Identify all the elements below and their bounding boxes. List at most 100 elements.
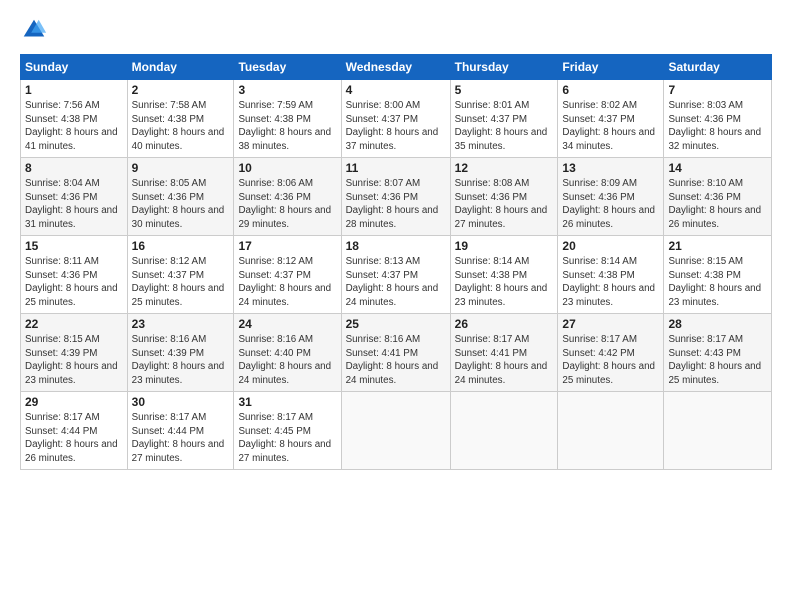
header-row: SundayMondayTuesdayWednesdayThursdayFrid… bbox=[21, 55, 772, 80]
day-number: 11 bbox=[346, 161, 446, 175]
day-cell bbox=[558, 392, 664, 470]
day-cell: 2 Sunrise: 7:58 AMSunset: 4:38 PMDayligh… bbox=[127, 80, 234, 158]
day-cell: 29 Sunrise: 8:17 AMSunset: 4:44 PMDaylig… bbox=[21, 392, 128, 470]
day-detail: Sunrise: 8:16 AMSunset: 4:41 PMDaylight:… bbox=[346, 334, 439, 386]
day-number: 4 bbox=[346, 83, 446, 97]
week-row-3: 15 Sunrise: 8:11 AMSunset: 4:36 PMDaylig… bbox=[21, 236, 772, 314]
day-detail: Sunrise: 8:17 AMSunset: 4:43 PMDaylight:… bbox=[668, 334, 761, 386]
day-detail: Sunrise: 8:08 AMSunset: 4:36 PMDaylight:… bbox=[455, 178, 548, 230]
day-number: 31 bbox=[238, 395, 336, 409]
day-cell: 19 Sunrise: 8:14 AMSunset: 4:38 PMDaylig… bbox=[450, 236, 558, 314]
day-detail: Sunrise: 8:03 AMSunset: 4:36 PMDaylight:… bbox=[668, 100, 761, 152]
logo bbox=[20, 16, 52, 44]
day-detail: Sunrise: 8:17 AMSunset: 4:44 PMDaylight:… bbox=[25, 412, 118, 464]
day-cell: 9 Sunrise: 8:05 AMSunset: 4:36 PMDayligh… bbox=[127, 158, 234, 236]
header bbox=[20, 16, 772, 44]
day-detail: Sunrise: 7:59 AMSunset: 4:38 PMDaylight:… bbox=[238, 100, 331, 152]
col-header-monday: Monday bbox=[127, 55, 234, 80]
day-cell: 15 Sunrise: 8:11 AMSunset: 4:36 PMDaylig… bbox=[21, 236, 128, 314]
day-number: 1 bbox=[25, 83, 123, 97]
day-cell: 13 Sunrise: 8:09 AMSunset: 4:36 PMDaylig… bbox=[558, 158, 664, 236]
day-cell bbox=[450, 392, 558, 470]
day-number: 25 bbox=[346, 317, 446, 331]
day-number: 6 bbox=[562, 83, 659, 97]
day-cell: 28 Sunrise: 8:17 AMSunset: 4:43 PMDaylig… bbox=[664, 314, 772, 392]
day-detail: Sunrise: 8:17 AMSunset: 4:41 PMDaylight:… bbox=[455, 334, 548, 386]
day-cell: 22 Sunrise: 8:15 AMSunset: 4:39 PMDaylig… bbox=[21, 314, 128, 392]
col-header-friday: Friday bbox=[558, 55, 664, 80]
day-number: 10 bbox=[238, 161, 336, 175]
day-number: 15 bbox=[25, 239, 123, 253]
day-detail: Sunrise: 8:11 AMSunset: 4:36 PMDaylight:… bbox=[25, 256, 118, 308]
day-cell: 6 Sunrise: 8:02 AMSunset: 4:37 PMDayligh… bbox=[558, 80, 664, 158]
day-number: 24 bbox=[238, 317, 336, 331]
day-cell: 11 Sunrise: 8:07 AMSunset: 4:36 PMDaylig… bbox=[341, 158, 450, 236]
day-cell bbox=[341, 392, 450, 470]
day-number: 9 bbox=[132, 161, 230, 175]
day-number: 13 bbox=[562, 161, 659, 175]
day-detail: Sunrise: 7:58 AMSunset: 4:38 PMDaylight:… bbox=[132, 100, 225, 152]
day-number: 8 bbox=[25, 161, 123, 175]
calendar-table: SundayMondayTuesdayWednesdayThursdayFrid… bbox=[20, 54, 772, 470]
day-cell: 1 Sunrise: 7:56 AMSunset: 4:38 PMDayligh… bbox=[21, 80, 128, 158]
day-cell: 27 Sunrise: 8:17 AMSunset: 4:42 PMDaylig… bbox=[558, 314, 664, 392]
day-number: 18 bbox=[346, 239, 446, 253]
col-header-sunday: Sunday bbox=[21, 55, 128, 80]
day-cell: 16 Sunrise: 8:12 AMSunset: 4:37 PMDaylig… bbox=[127, 236, 234, 314]
week-row-1: 1 Sunrise: 7:56 AMSunset: 4:38 PMDayligh… bbox=[21, 80, 772, 158]
day-detail: Sunrise: 8:06 AMSunset: 4:36 PMDaylight:… bbox=[238, 178, 331, 230]
calendar-body: 1 Sunrise: 7:56 AMSunset: 4:38 PMDayligh… bbox=[21, 80, 772, 470]
week-row-2: 8 Sunrise: 8:04 AMSunset: 4:36 PMDayligh… bbox=[21, 158, 772, 236]
day-detail: Sunrise: 8:07 AMSunset: 4:36 PMDaylight:… bbox=[346, 178, 439, 230]
day-cell bbox=[664, 392, 772, 470]
day-cell: 5 Sunrise: 8:01 AMSunset: 4:37 PMDayligh… bbox=[450, 80, 558, 158]
day-number: 14 bbox=[668, 161, 767, 175]
day-cell: 26 Sunrise: 8:17 AMSunset: 4:41 PMDaylig… bbox=[450, 314, 558, 392]
day-detail: Sunrise: 8:17 AMSunset: 4:42 PMDaylight:… bbox=[562, 334, 655, 386]
day-cell: 4 Sunrise: 8:00 AMSunset: 4:37 PMDayligh… bbox=[341, 80, 450, 158]
day-detail: Sunrise: 7:56 AMSunset: 4:38 PMDaylight:… bbox=[25, 100, 118, 152]
day-detail: Sunrise: 8:00 AMSunset: 4:37 PMDaylight:… bbox=[346, 100, 439, 152]
week-row-5: 29 Sunrise: 8:17 AMSunset: 4:44 PMDaylig… bbox=[21, 392, 772, 470]
day-detail: Sunrise: 8:02 AMSunset: 4:37 PMDaylight:… bbox=[562, 100, 655, 152]
day-detail: Sunrise: 8:10 AMSunset: 4:36 PMDaylight:… bbox=[668, 178, 761, 230]
day-detail: Sunrise: 8:16 AMSunset: 4:39 PMDaylight:… bbox=[132, 334, 225, 386]
day-detail: Sunrise: 8:09 AMSunset: 4:36 PMDaylight:… bbox=[562, 178, 655, 230]
day-cell: 10 Sunrise: 8:06 AMSunset: 4:36 PMDaylig… bbox=[234, 158, 341, 236]
day-detail: Sunrise: 8:15 AMSunset: 4:39 PMDaylight:… bbox=[25, 334, 118, 386]
day-detail: Sunrise: 8:01 AMSunset: 4:37 PMDaylight:… bbox=[455, 100, 548, 152]
day-cell: 20 Sunrise: 8:14 AMSunset: 4:38 PMDaylig… bbox=[558, 236, 664, 314]
week-row-4: 22 Sunrise: 8:15 AMSunset: 4:39 PMDaylig… bbox=[21, 314, 772, 392]
calendar-header: SundayMondayTuesdayWednesdayThursdayFrid… bbox=[21, 55, 772, 80]
day-cell: 21 Sunrise: 8:15 AMSunset: 4:38 PMDaylig… bbox=[664, 236, 772, 314]
day-detail: Sunrise: 8:05 AMSunset: 4:36 PMDaylight:… bbox=[132, 178, 225, 230]
day-detail: Sunrise: 8:14 AMSunset: 4:38 PMDaylight:… bbox=[562, 256, 655, 308]
day-number: 2 bbox=[132, 83, 230, 97]
day-detail: Sunrise: 8:17 AMSunset: 4:45 PMDaylight:… bbox=[238, 412, 331, 464]
day-cell: 18 Sunrise: 8:13 AMSunset: 4:37 PMDaylig… bbox=[341, 236, 450, 314]
day-number: 19 bbox=[455, 239, 554, 253]
day-cell: 8 Sunrise: 8:04 AMSunset: 4:36 PMDayligh… bbox=[21, 158, 128, 236]
day-cell: 17 Sunrise: 8:12 AMSunset: 4:37 PMDaylig… bbox=[234, 236, 341, 314]
day-number: 27 bbox=[562, 317, 659, 331]
day-detail: Sunrise: 8:16 AMSunset: 4:40 PMDaylight:… bbox=[238, 334, 331, 386]
day-detail: Sunrise: 8:04 AMSunset: 4:36 PMDaylight:… bbox=[25, 178, 118, 230]
day-cell: 31 Sunrise: 8:17 AMSunset: 4:45 PMDaylig… bbox=[234, 392, 341, 470]
day-number: 26 bbox=[455, 317, 554, 331]
day-cell: 3 Sunrise: 7:59 AMSunset: 4:38 PMDayligh… bbox=[234, 80, 341, 158]
col-header-wednesday: Wednesday bbox=[341, 55, 450, 80]
day-cell: 7 Sunrise: 8:03 AMSunset: 4:36 PMDayligh… bbox=[664, 80, 772, 158]
day-number: 23 bbox=[132, 317, 230, 331]
day-detail: Sunrise: 8:12 AMSunset: 4:37 PMDaylight:… bbox=[238, 256, 331, 308]
logo-icon bbox=[20, 16, 48, 44]
day-number: 7 bbox=[668, 83, 767, 97]
day-cell: 12 Sunrise: 8:08 AMSunset: 4:36 PMDaylig… bbox=[450, 158, 558, 236]
page: SundayMondayTuesdayWednesdayThursdayFrid… bbox=[0, 0, 792, 612]
day-number: 28 bbox=[668, 317, 767, 331]
day-number: 22 bbox=[25, 317, 123, 331]
day-cell: 14 Sunrise: 8:10 AMSunset: 4:36 PMDaylig… bbox=[664, 158, 772, 236]
day-number: 30 bbox=[132, 395, 230, 409]
day-detail: Sunrise: 8:14 AMSunset: 4:38 PMDaylight:… bbox=[455, 256, 548, 308]
day-number: 17 bbox=[238, 239, 336, 253]
day-number: 5 bbox=[455, 83, 554, 97]
